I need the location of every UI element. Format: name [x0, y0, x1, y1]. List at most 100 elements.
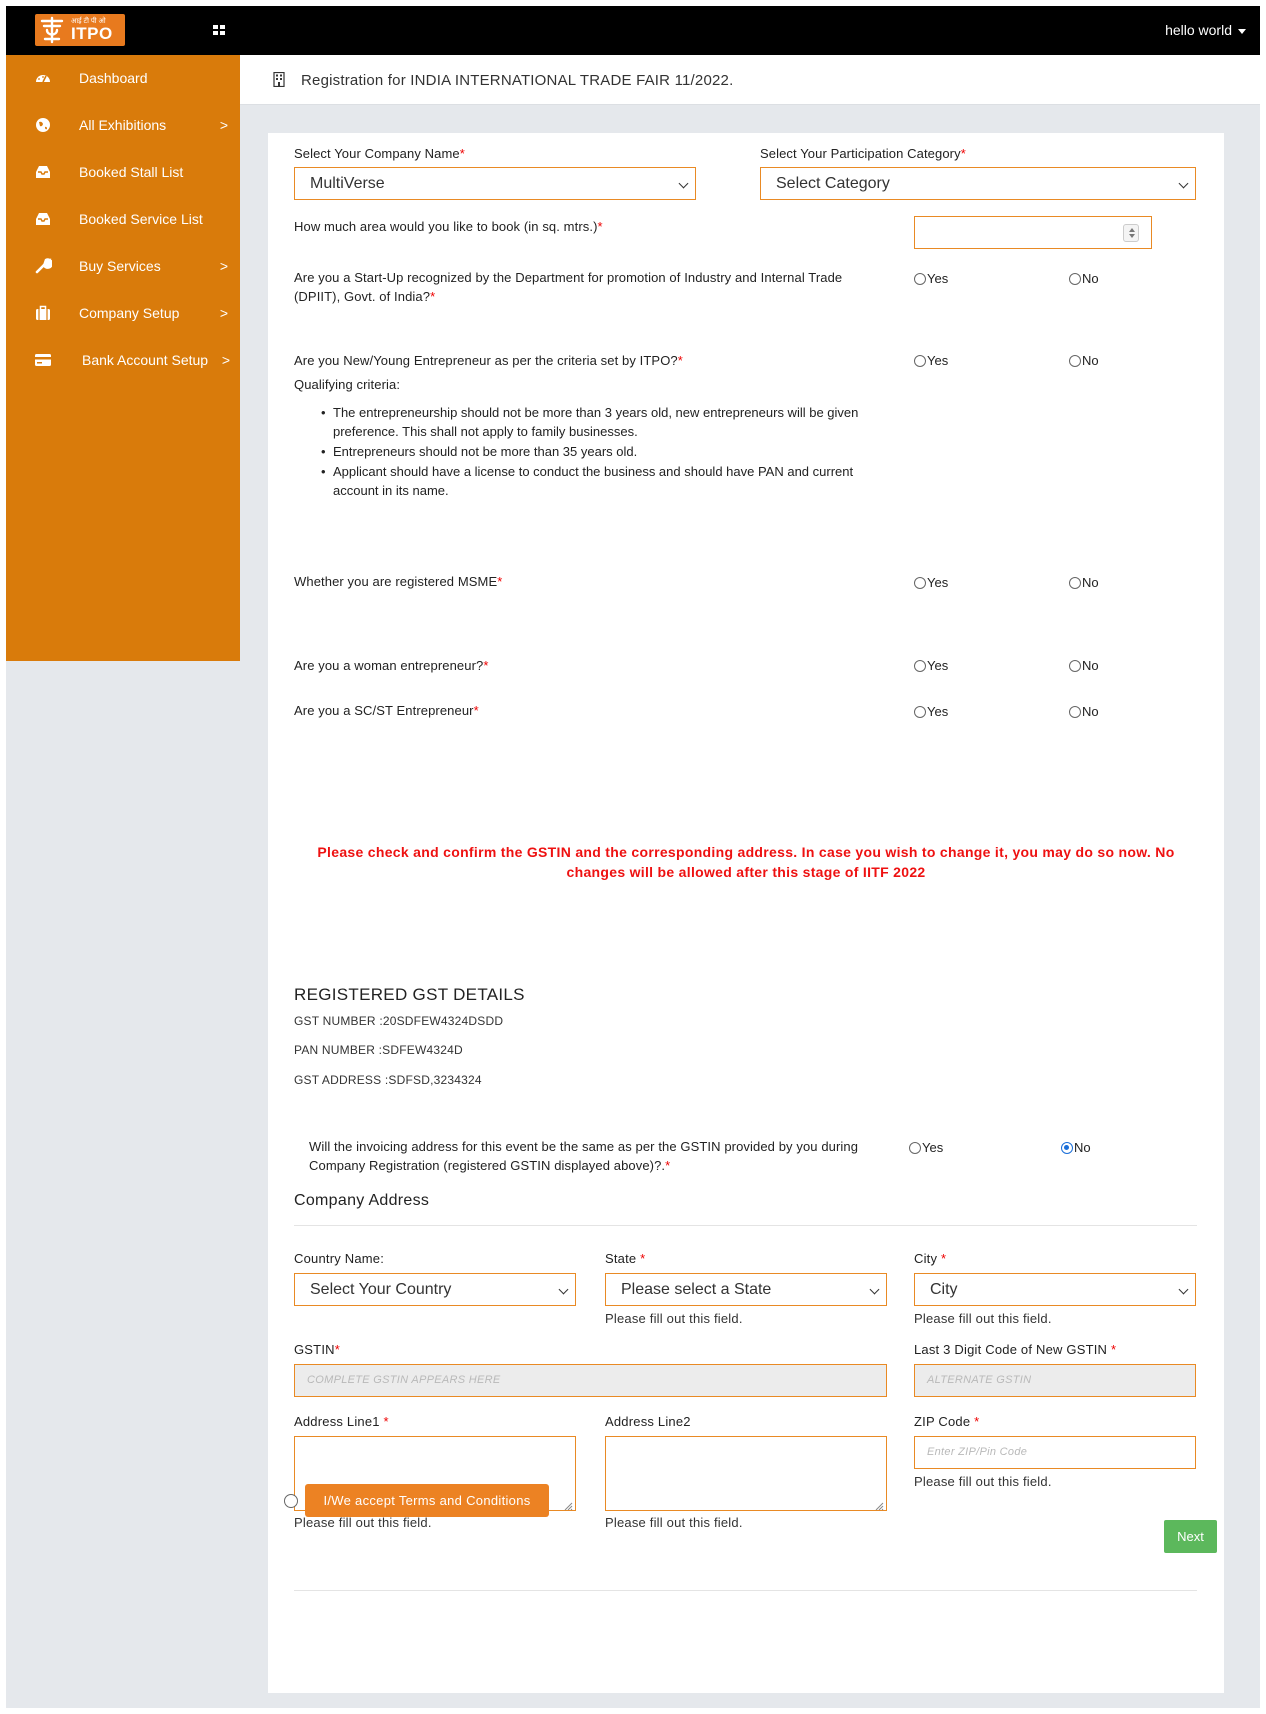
sidebar-item-dashboard[interactable]: Dashboard — [6, 58, 240, 98]
globe-icon — [34, 116, 52, 134]
radio-icon — [1069, 705, 1081, 718]
sidebar-item-label: Booked Service List — [79, 211, 203, 227]
caret-down-icon — [1238, 28, 1246, 34]
radio-icon — [1069, 659, 1081, 672]
participation-category-label: Select Your Participation Category* — [760, 146, 966, 161]
wrench-icon — [34, 257, 54, 275]
gstin-warning-message: Please check and confirm the GSTIN and t… — [317, 844, 1175, 880]
woman-yes-radio[interactable]: Yes — [914, 658, 948, 673]
gstin-label: GSTIN* — [294, 1342, 340, 1357]
participation-category-select[interactable]: Select Category — [760, 167, 1196, 200]
inbox-icon — [34, 210, 52, 228]
zip-code-help-text: Please fill out this field. — [914, 1474, 1052, 1489]
gst-address: GST ADDRESS :SDFSD,3234324 — [294, 1073, 482, 1087]
sidebar-item-bank-account-setup[interactable]: Bank Account Setup > — [6, 340, 240, 380]
company-name-label: Select Your Company Name* — [294, 146, 465, 161]
city-help-text: Please fill out this field. — [914, 1311, 1052, 1326]
msme-no-radio[interactable]: No — [1069, 575, 1099, 590]
briefcase-icon — [34, 304, 52, 322]
itpo-logo[interactable]: आई टी पी ओ ITPO — [35, 14, 125, 46]
terms-radio[interactable] — [284, 1494, 298, 1508]
number-spinner-icon[interactable] — [1123, 224, 1139, 242]
radio-icon — [914, 705, 926, 718]
company-address-title: Company Address — [294, 1192, 430, 1209]
criteria-item: Applicant should have a license to condu… — [321, 462, 891, 500]
msme-yes-radio[interactable]: Yes — [914, 575, 948, 590]
woman-no-radio[interactable]: No — [1069, 658, 1099, 673]
zip-code-label: ZIP Code * — [914, 1414, 980, 1429]
sidebar-item-label: Buy Services — [79, 258, 161, 274]
radio-icon — [1069, 354, 1081, 367]
sidebar-item-buy-services[interactable]: Buy Services > — [6, 246, 240, 286]
area-label: How much area would you like to book (in… — [294, 219, 603, 234]
terms-conditions-button[interactable]: I/We accept Terms and Conditions — [305, 1484, 549, 1517]
gst-number: GST NUMBER :20SDFEW4324DSDD — [294, 1014, 504, 1028]
country-value: Select Your Country — [310, 1281, 452, 1298]
address-line2-textarea[interactable] — [605, 1436, 887, 1511]
entrepreneur-no-radio[interactable]: No — [1069, 353, 1099, 368]
radio-icon — [914, 272, 926, 285]
state-help-text: Please fill out this field. — [605, 1311, 743, 1326]
inbox-icon — [34, 163, 52, 181]
divider — [294, 1590, 1197, 1591]
city-select[interactable]: City — [914, 1273, 1196, 1306]
city-label: City * — [914, 1251, 947, 1266]
sidebar-item-label: All Exhibitions — [79, 117, 167, 133]
last3-gstin-input[interactable]: ALTERNATE GSTIN — [914, 1364, 1196, 1397]
msme-question: Whether you are registered MSME* — [294, 574, 503, 589]
country-select[interactable]: Select Your Country — [294, 1273, 576, 1306]
grid-menu-icon[interactable] — [212, 23, 226, 37]
user-name: hello world — [1165, 22, 1232, 38]
resize-handle-icon[interactable] — [563, 1498, 573, 1511]
gstin-input[interactable]: COMPLETE GSTIN APPEARS HERE — [294, 1364, 887, 1397]
criteria-item: Entrepreneurs should not be more than 35… — [321, 442, 891, 461]
radio-icon — [914, 659, 926, 672]
chevron-right-icon: > — [219, 305, 228, 321]
chevron-down-icon — [558, 1284, 569, 1295]
woman-entrepreneur-question: Are you a woman entrepreneur?* — [294, 658, 489, 673]
scst-yes-radio[interactable]: Yes — [914, 704, 948, 719]
radio-icon — [1069, 576, 1081, 589]
chevron-down-icon — [869, 1284, 880, 1295]
resize-handle-icon[interactable] — [874, 1498, 884, 1511]
app-frame: आई टी पी ओ ITPO hello world Dashboard Al… — [6, 6, 1260, 1708]
sidebar-item-booked-stall-list[interactable]: Booked Stall List — [6, 152, 240, 192]
radio-icon — [914, 354, 926, 367]
chevron-right-icon: > — [219, 258, 228, 274]
gst-details-title: REGISTERED GST DETAILS — [294, 985, 525, 1004]
state-select[interactable]: Please select a State — [605, 1273, 887, 1306]
next-button[interactable]: Next — [1164, 1520, 1217, 1553]
credit-card-icon — [34, 351, 52, 369]
invoicing-yes-radio[interactable]: Yes — [909, 1140, 943, 1155]
registration-form: Select Your Company Name* MultiVerse Sel… — [268, 133, 1224, 1693]
sidebar-item-label: Booked Stall List — [79, 164, 184, 180]
top-navbar: आई टी पी ओ ITPO hello world — [6, 6, 1260, 55]
radio-icon — [1069, 272, 1081, 285]
chevron-down-icon — [1178, 1284, 1189, 1295]
city-value: City — [930, 1281, 958, 1298]
sidebar-item-booked-service-list[interactable]: Booked Service List — [6, 199, 240, 239]
scst-no-radio[interactable]: No — [1069, 704, 1099, 719]
invoicing-no-radio[interactable]: No — [1061, 1140, 1091, 1155]
area-input[interactable] — [914, 216, 1152, 249]
pan-number: PAN NUMBER :SDFEW4324D — [294, 1043, 463, 1057]
participation-category-value: Select Category — [776, 175, 890, 192]
criteria-list: The entrepreneurship should not be more … — [321, 403, 891, 501]
zip-code-input[interactable]: Enter ZIP/Pin Code — [914, 1436, 1196, 1469]
logo-text: ITPO — [71, 24, 113, 43]
sidebar-item-label: Bank Account Setup — [82, 352, 209, 368]
country-label: Country Name: — [294, 1251, 385, 1266]
user-menu-dropdown[interactable]: hello world — [1165, 22, 1246, 38]
sidebar-item-company-setup[interactable]: Company Setup > — [6, 293, 240, 333]
page-title: Registration for INDIA INTERNATIONAL TRA… — [301, 72, 734, 89]
state-label: State * — [605, 1251, 646, 1266]
itpo-logo-mark-icon — [39, 16, 65, 44]
chevron-down-icon — [1178, 178, 1189, 189]
address-line1-help-text: Please fill out this field. — [294, 1515, 432, 1530]
sidebar-item-all-exhibitions[interactable]: All Exhibitions > — [6, 105, 240, 145]
entrepreneur-yes-radio[interactable]: Yes — [914, 353, 948, 368]
building-icon — [273, 71, 285, 88]
startup-no-radio[interactable]: No — [1069, 271, 1099, 286]
startup-yes-radio[interactable]: Yes — [914, 271, 948, 286]
company-name-select[interactable]: MultiVerse — [294, 167, 696, 200]
